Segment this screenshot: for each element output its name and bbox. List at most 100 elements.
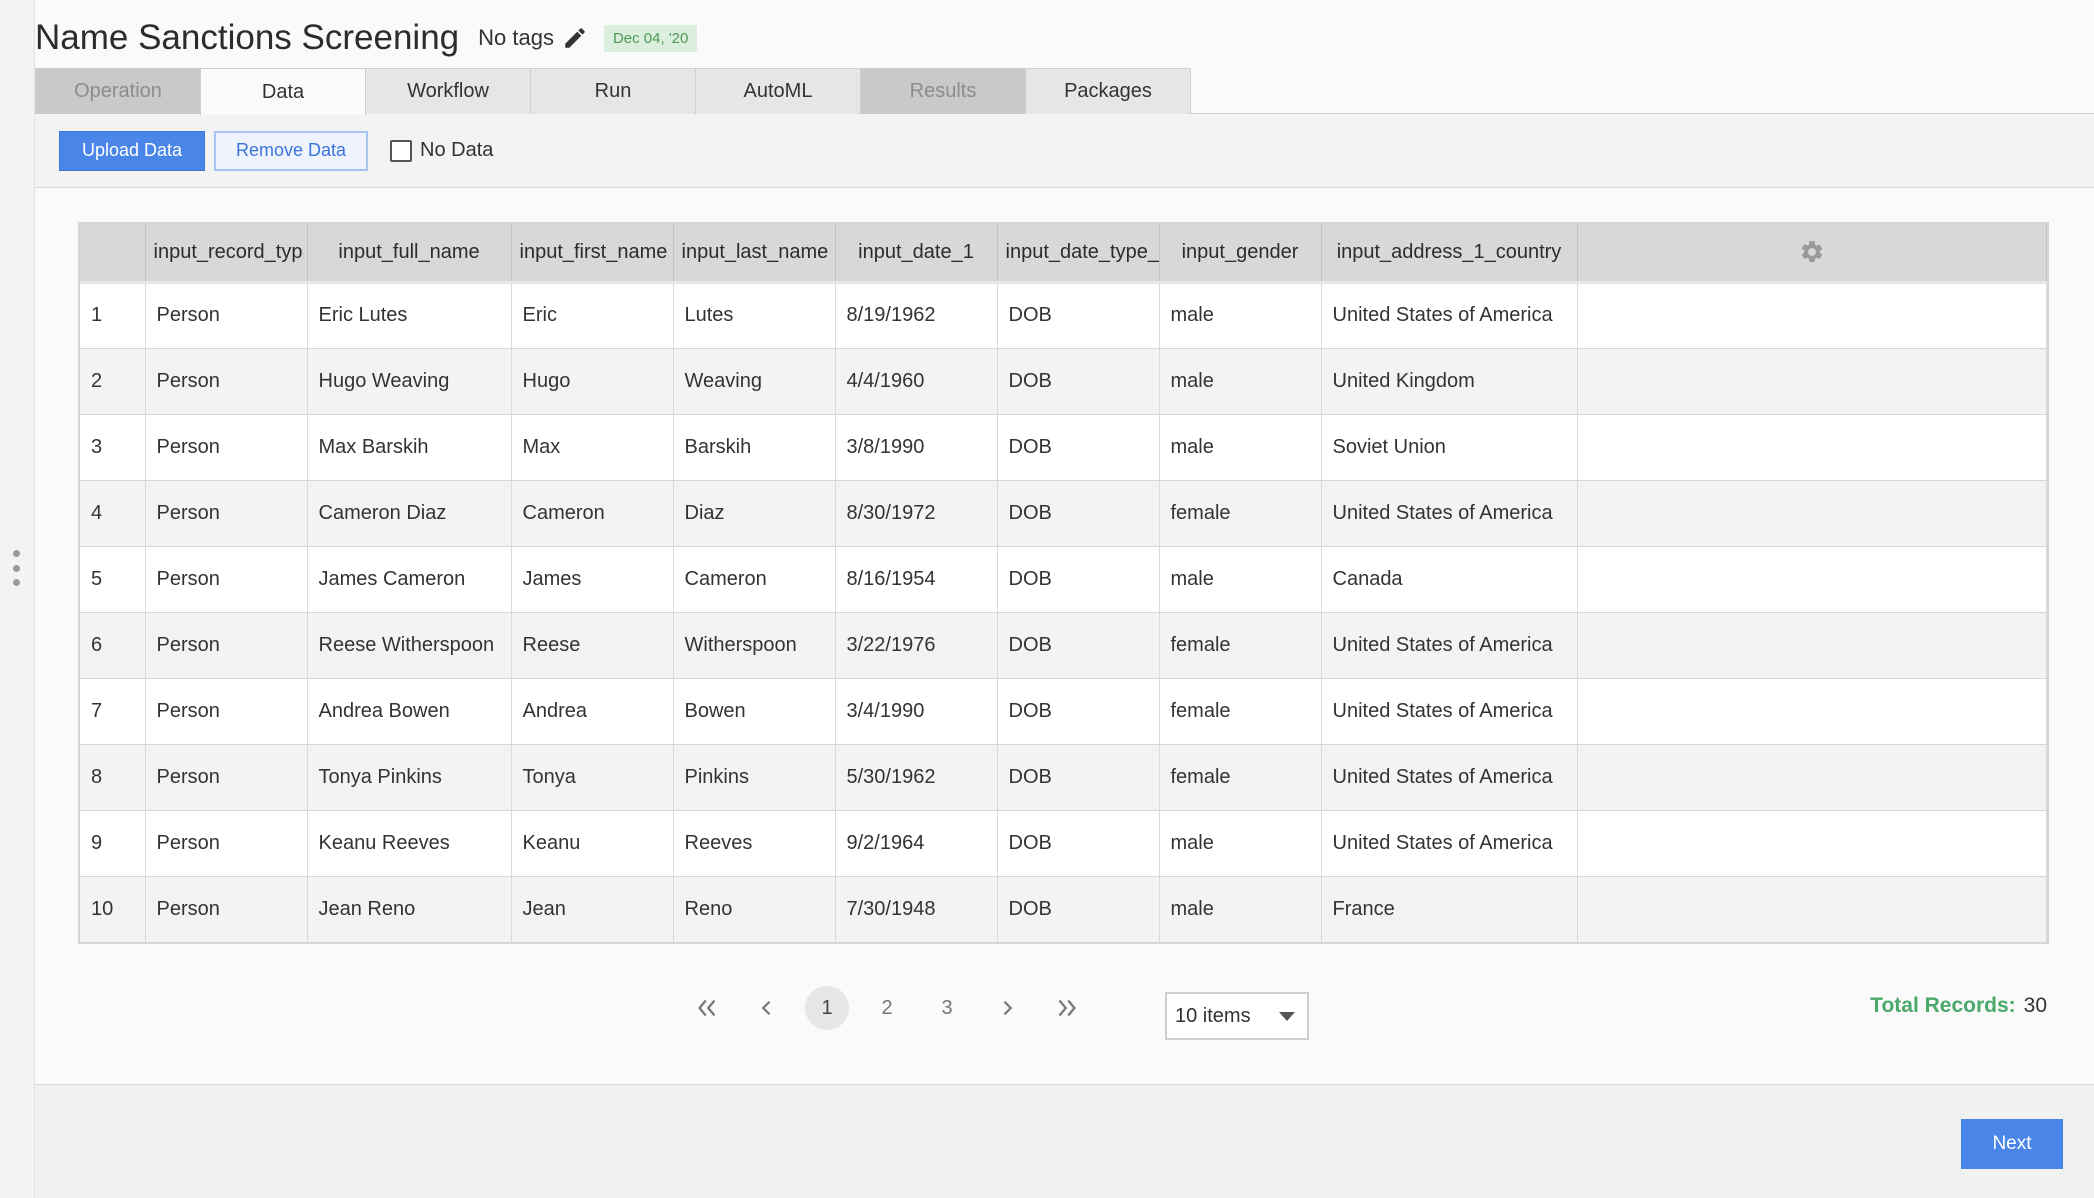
table-row[interactable]: 2 Person Hugo Weaving Hugo Weaving 4/4/1960 DO… [80,348,2047,415]
table-cell: Person [145,414,308,481]
table-filler-cell [1577,414,2047,481]
table-cell: Person [145,678,308,745]
next-page-button[interactable] [985,986,1029,1030]
column-header[interactable]: input_date_1 [835,224,998,284]
upload-data-button[interactable]: Upload Data [59,130,205,171]
table-cell: Jean [511,876,674,943]
table-cell: 5/30/1962 [835,744,998,811]
table-cell: Max Barskih [307,414,512,481]
total-records: Total Records: 30 [1870,994,2047,1018]
table-filler-cell [1577,612,2047,679]
column-header[interactable]: input_full_name [307,224,512,284]
table-cell: male [1159,414,1322,481]
gear-icon[interactable] [1799,239,1825,265]
table-cell: United States of America [1321,810,1578,877]
table-cell: Person [145,480,308,547]
page-2-button[interactable]: 2 [865,986,909,1030]
pagination: 1 2 3 [685,986,1105,1030]
table-cell: 8/30/1972 [835,480,998,547]
table-cell: Cameron [511,480,674,547]
pencil-icon[interactable] [562,25,588,51]
table-cell: 3/22/1976 [835,612,998,679]
table-filler-cell [1577,282,2047,349]
remove-data-button[interactable]: Remove Data [214,130,368,171]
table-row[interactable]: 3 Person Max Barskih Max Barskih 3/8/1990 DOB m… [80,414,2047,481]
date-badge: Dec 04, '20 [603,24,698,52]
table-cell: Reese Witherspoon [307,612,512,679]
tab-run[interactable]: Run [530,68,696,114]
table-cell: female [1159,678,1322,745]
no-data-label: No Data [420,139,494,161]
table-cell: 3/4/1990 [835,678,998,745]
no-data-checkbox[interactable] [390,139,412,162]
table-cell: Jean Reno [307,876,512,943]
table-cell: female [1159,744,1322,811]
tab-packages[interactable]: Packages [1025,68,1191,114]
table-cell: Keanu Reeves [307,810,512,877]
row-index-cell: 8 [80,744,146,811]
table-row[interactable]: 10 Person Jean Reno Jean Reno 7/30/1948 DOB mal… [80,876,2047,943]
table-cell: DOB [997,612,1160,679]
table-row[interactable]: 1 Person Eric Lutes Eric Lutes 8/19/1962 DOB ma… [80,282,2047,349]
side-panel-handle[interactable] [10,550,22,586]
table-row[interactable]: 4 Person Cameron Diaz Cameron Diaz 8/30/1972 D… [80,480,2047,547]
tab-workflow[interactable]: Workflow [365,68,531,114]
table-cell: Person [145,810,308,877]
table-cell: France [1321,876,1578,943]
no-data-checkbox-wrap[interactable]: No Data [390,139,493,162]
column-header[interactable]: input_record_typ [145,224,308,284]
tab-automl[interactable]: AutoML [695,68,861,114]
table-cell: male [1159,348,1322,415]
app-window: Name Sanctions Screening No tags Dec 04,… [0,0,2094,1198]
table-row[interactable]: 9 Person Keanu Reeves Keanu Reeves 9/2/1964 DO… [80,810,2047,877]
table-cell: DOB [997,876,1160,943]
row-index-cell: 2 [80,348,146,415]
table-cell: United Kingdom [1321,348,1578,415]
table-cell: 8/19/1962 [835,282,998,349]
table-cell: DOB [997,414,1160,481]
column-header[interactable]: input_date_type_ [997,224,1160,284]
column-header[interactable]: input_last_name [673,224,836,284]
table-cell: Canada [1321,546,1578,613]
table-row[interactable]: 5 Person James Cameron James Cameron 8/16/195… [80,546,2047,613]
tab-bar: Operation Data Workflow Run AutoML Resul… [35,68,2094,115]
table-cell: United States of America [1321,282,1578,349]
page-size-select[interactable]: 10 items [1165,992,1309,1040]
next-button[interactable]: Next [1961,1119,2063,1169]
tab-results[interactable]: Results [860,68,1026,114]
table-row[interactable]: 6 Person Reese Witherspoon Reese Witherspoon… [80,612,2047,679]
table-cell: United States of America [1321,678,1578,745]
table-cell: 8/16/1954 [835,546,998,613]
page-size-value: 10 items [1175,1004,1251,1027]
table-row[interactable]: 7 Person Andrea Bowen Andrea Bowen 3/4/1990 DO… [80,678,2047,745]
first-page-button[interactable] [685,986,729,1030]
column-header[interactable]: input_gender [1159,224,1322,284]
page-1-button[interactable]: 1 [805,986,849,1030]
page-3-button[interactable]: 3 [925,986,969,1030]
page-title: Name Sanctions Screening [35,18,460,57]
prev-page-button[interactable] [745,986,789,1030]
table-cell: United States of America [1321,612,1578,679]
last-page-button[interactable] [1045,986,1089,1030]
table-filler-cell [1577,546,2047,613]
row-index-cell: 7 [80,678,146,745]
tab-data[interactable]: Data [200,68,366,115]
table-cell: James Cameron [307,546,512,613]
table-row[interactable]: 8 Person Tonya Pinkins Tonya Pinkins 5/30/196… [80,744,2047,811]
table-cell: 9/2/1964 [835,810,998,877]
row-index-cell: 3 [80,414,146,481]
tab-operation[interactable]: Operation [35,68,201,114]
table-cell: Tonya [511,744,674,811]
row-index-cell: 5 [80,546,146,613]
data-table: input_record_typ input_full_name input_f… [78,222,2049,944]
table-filler-cell [1577,876,2047,943]
chevron-left-icon [761,1000,771,1016]
table-filler-cell [1577,678,2047,745]
table-cell: Max [511,414,674,481]
table-cell: Hugo Weaving [307,348,512,415]
table-cell: Tonya Pinkins [307,744,512,811]
column-header[interactable]: input_address_1_country [1321,224,1578,284]
table-filler-cell [1577,744,2047,811]
column-header[interactable]: input_first_name [511,224,674,284]
column-header-index[interactable] [80,224,146,284]
